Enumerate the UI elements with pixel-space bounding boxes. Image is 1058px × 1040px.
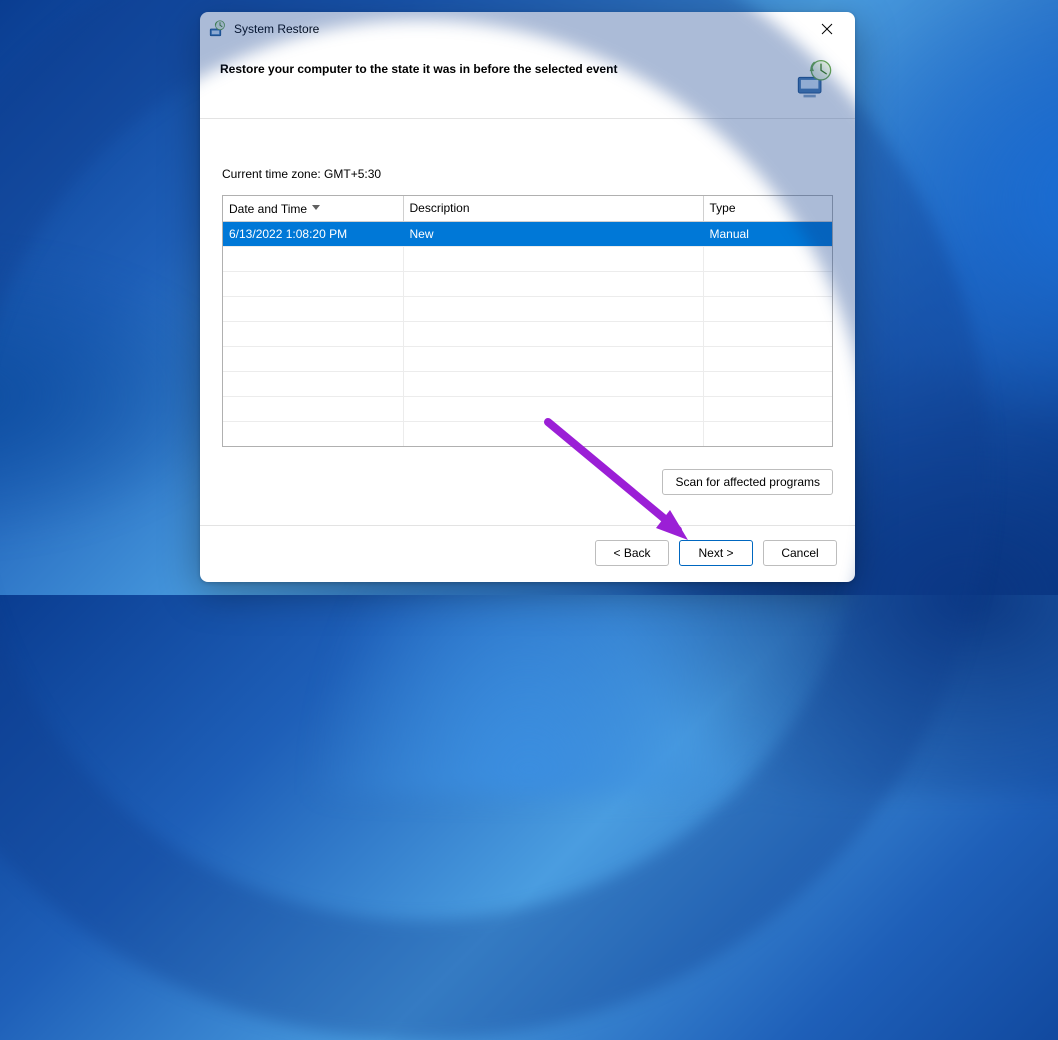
timezone-label: Current time zone: GMT+5:30	[222, 167, 833, 181]
wizard-content: Current time zone: GMT+5:30 Date and Tim…	[200, 118, 855, 525]
table-row: .	[223, 272, 832, 297]
column-header-description[interactable]: Description	[403, 196, 703, 222]
cell-date: 6/13/2022 1:08:20 PM	[223, 222, 403, 247]
wizard-heading: Restore your computer to the state it wa…	[220, 58, 617, 76]
wizard-header: Restore your computer to the state it wa…	[200, 46, 855, 118]
cancel-button[interactable]: Cancel	[763, 540, 837, 566]
next-button[interactable]: Next >	[679, 540, 753, 566]
column-header-description-label: Description	[410, 201, 470, 215]
cell-type: Manual	[703, 222, 832, 247]
restore-points-table[interactable]: Date and Time Description Type 6/13/2022…	[222, 195, 833, 447]
table-row: .	[223, 372, 832, 397]
scan-row: Scan for affected programs	[222, 469, 833, 495]
table-row: .	[223, 247, 832, 272]
column-header-type-label: Type	[710, 201, 736, 215]
restore-graphic-icon	[793, 58, 835, 100]
table-row: .	[223, 322, 832, 347]
table-row: .	[223, 347, 832, 372]
close-button[interactable]	[805, 15, 849, 43]
table-row: .	[223, 447, 832, 448]
table-row[interactable]: 6/13/2022 1:08:20 PM New Manual	[223, 222, 832, 247]
column-header-date[interactable]: Date and Time	[223, 196, 403, 222]
table-row: .	[223, 397, 832, 422]
system-restore-window: System Restore Restore your computer to …	[200, 12, 855, 582]
scan-affected-programs-button[interactable]: Scan for affected programs	[662, 469, 833, 495]
system-restore-icon	[208, 20, 226, 38]
back-button[interactable]: < Back	[595, 540, 669, 566]
table-row: .	[223, 297, 832, 322]
window-title: System Restore	[234, 22, 805, 36]
titlebar: System Restore	[200, 12, 855, 46]
table-row: .	[223, 422, 832, 447]
wizard-footer: < Back Next > Cancel	[200, 525, 855, 582]
table-header-row: Date and Time Description Type	[223, 196, 832, 222]
sort-descending-icon	[312, 199, 320, 204]
column-header-date-label: Date and Time	[229, 202, 307, 216]
cell-description: New	[403, 222, 703, 247]
column-header-type[interactable]: Type	[703, 196, 832, 222]
annotation-arrow-icon	[488, 412, 708, 572]
